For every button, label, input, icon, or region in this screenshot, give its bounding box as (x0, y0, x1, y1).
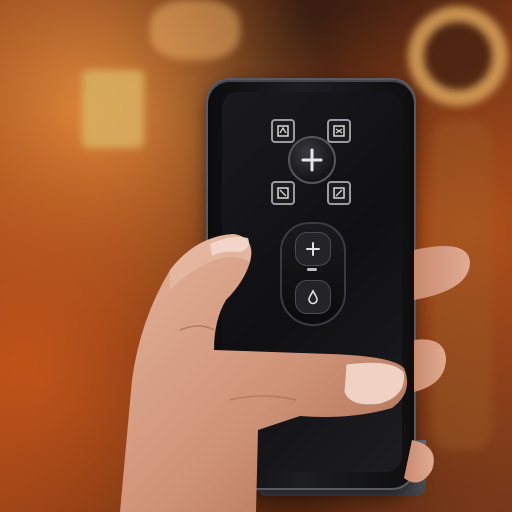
pad-divider (307, 268, 317, 271)
lower-plus-button[interactable] (295, 232, 331, 266)
center-button[interactable] (288, 136, 336, 184)
bokeh-post (432, 120, 492, 450)
square-glyph-icon (333, 187, 345, 199)
plus-icon (301, 148, 323, 172)
square-glyph-icon (277, 125, 289, 137)
bokeh-light (150, 0, 240, 60)
top-right-button[interactable] (327, 119, 351, 143)
drop-icon (308, 289, 318, 305)
square-glyph-icon (277, 187, 289, 199)
bottom-right-button[interactable] (327, 181, 351, 205)
bokeh-ring (408, 6, 508, 106)
bottom-left-button[interactable] (271, 181, 295, 205)
lower-drop-button[interactable] (295, 280, 331, 314)
bokeh-square (82, 70, 144, 148)
plus-icon (306, 242, 320, 256)
photo-scene (0, 0, 512, 512)
top-left-button[interactable] (271, 119, 295, 143)
square-glyph-icon (333, 125, 345, 137)
